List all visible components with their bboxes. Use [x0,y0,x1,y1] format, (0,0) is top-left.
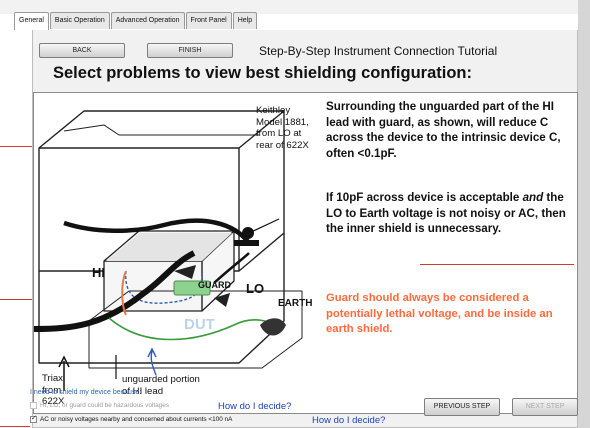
leader-line [0,426,30,427]
tab-bar: General Basic Operation Advanced Operati… [14,12,258,30]
leader-line [0,146,34,147]
explanation-paragraph-2: If 10pF across device is acceptable and … [326,190,576,237]
hi-label: HI [92,265,105,280]
option-noisy-voltages[interactable]: AC or noisy voltages nearby and concerne… [30,414,233,423]
right-chrome [578,0,590,428]
hazardous-label: HI, LO, or guard could be hazardous volt… [40,402,169,409]
tab-help[interactable]: Help [232,12,258,29]
finish-button[interactable]: FINISH [147,43,233,58]
tutorial-panel: BACK FINISH Step-By-Step Instrument Conn… [32,30,578,428]
tutorial-title: Step-By-Step Instrument Connection Tutor… [259,44,498,58]
tab-general[interactable]: General [14,12,49,30]
how-decide-link-2[interactable]: How do I decide? [312,415,385,426]
hazardous-checkbox[interactable] [30,402,37,409]
next-step-button[interactable]: NEXT STEP [512,398,578,416]
page-title: Select problems to view best shielding c… [53,64,472,82]
shield-reason-heading: I need to shield my device because: [30,389,142,396]
noisy-label: AC or noisy voltages nearby and concerne… [40,416,233,423]
leader-line [0,299,34,300]
explanation-paragraph-1: Surrounding the unguarded part of the HI… [326,100,561,160]
app-window: General Basic Operation Advanced Operati… [0,0,590,428]
leader-line [420,264,574,265]
previous-step-button[interactable]: PREVIOUS STEP [424,398,500,416]
keithley-label: Keithley Model 1881, from LO at rear of … [256,105,309,151]
warning-text: Guard should always be considered a pote… [326,292,553,335]
guard-label: GUARD [198,280,231,290]
noisy-checkbox[interactable] [30,414,37,423]
option-hazardous-voltages[interactable]: HI, LO, or guard could be hazardous volt… [30,402,169,409]
tab-advanced-operation[interactable]: Advanced Operation [110,12,185,29]
lo-label: LO [246,281,265,296]
paragraph-2-emphasis: and [522,191,544,204]
earth-label: EARTH [278,298,313,309]
paragraph-2-prefix: If 10pF across device is acceptable [326,191,523,204]
tab-front-panel[interactable]: Front Panel [185,12,232,29]
back-button[interactable]: BACK [39,43,125,58]
content-box: Keithley Model 1881, from LO at rear of … [33,92,578,414]
tab-basic-operation[interactable]: Basic Operation [49,12,110,29]
dut-label: DUT [184,316,215,333]
how-decide-link-1[interactable]: How do I decide? [218,401,291,412]
